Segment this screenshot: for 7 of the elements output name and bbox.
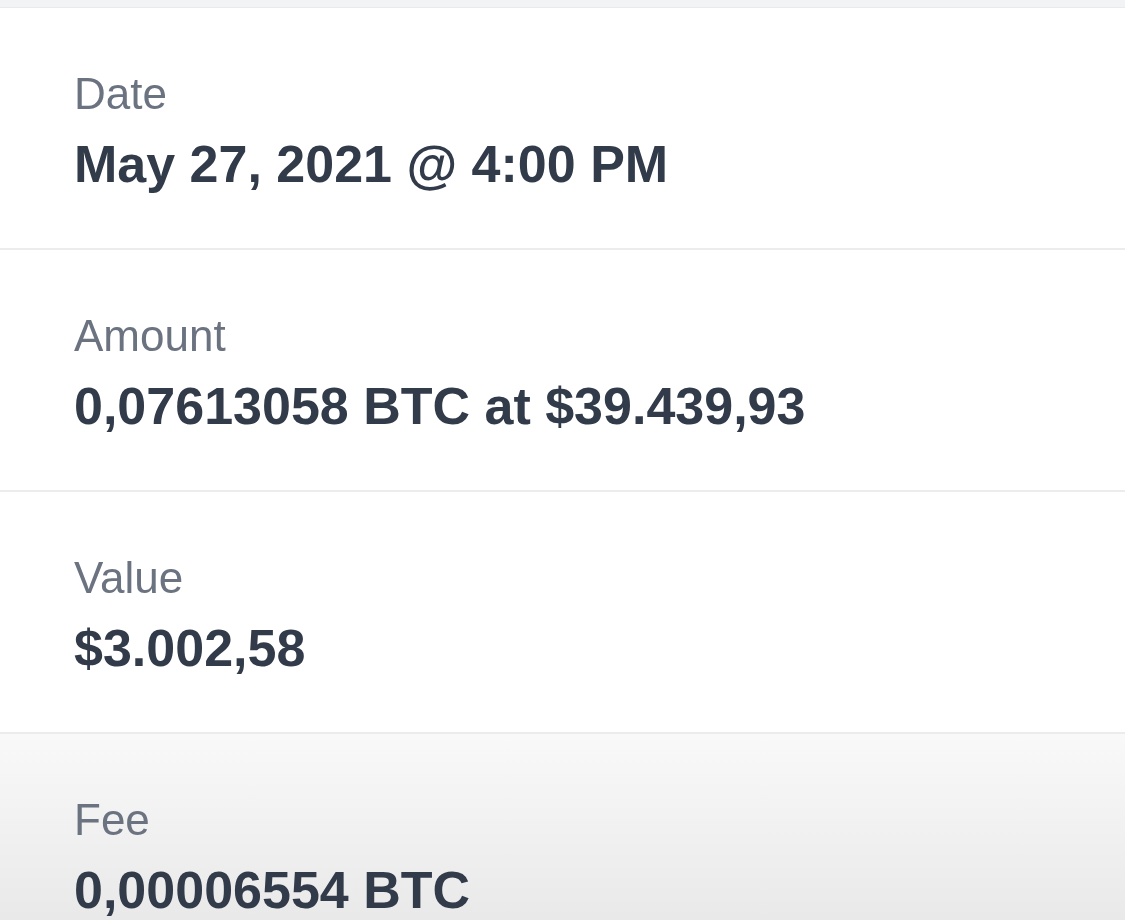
field-value: $3.002,58 xyxy=(74,622,306,674)
field-label: Fee xyxy=(74,798,150,842)
field-value: 0,07613058 BTC at $39.439,93 xyxy=(74,380,806,432)
field-label: Amount xyxy=(74,314,226,358)
field-value: 0,00006554 BTC xyxy=(74,864,471,916)
field-label: Value xyxy=(74,556,184,600)
field-label: Date xyxy=(74,72,167,116)
